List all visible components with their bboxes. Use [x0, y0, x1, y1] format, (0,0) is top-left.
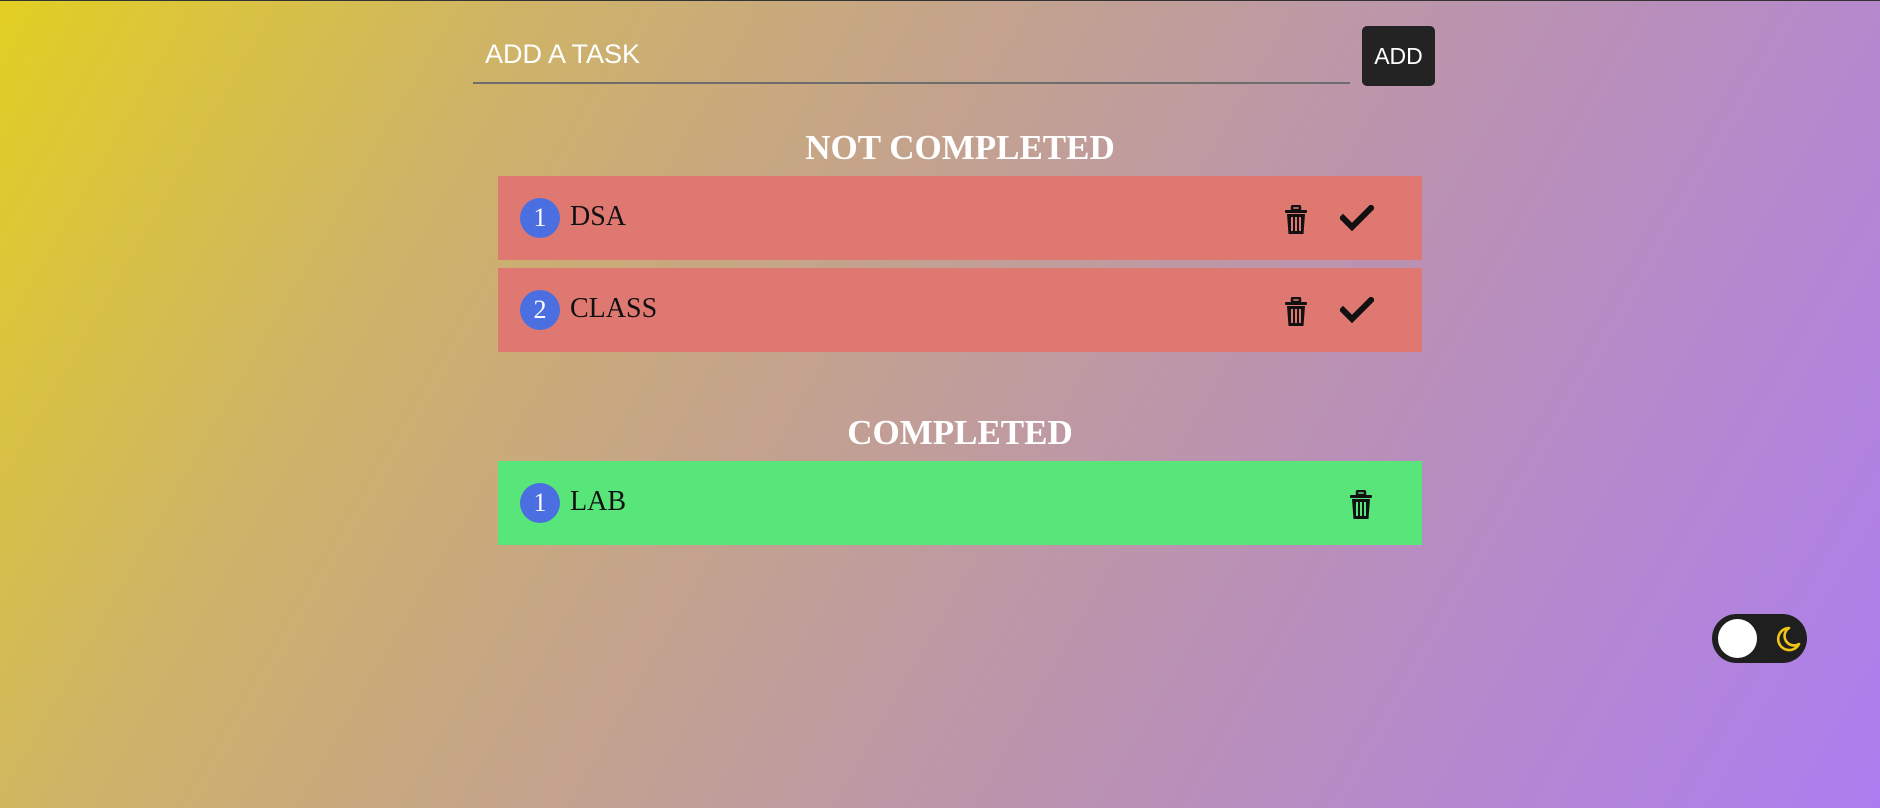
trash-icon[interactable]	[1278, 202, 1314, 238]
task-text: DSA	[570, 201, 627, 232]
task-text: LAB	[570, 486, 626, 517]
completed-heading: COMPLETED	[847, 413, 1073, 452]
trash-icon[interactable]	[1278, 294, 1314, 330]
task-input[interactable]	[473, 26, 1350, 84]
task-text: CLASS	[570, 293, 658, 324]
task-number-badge: 1	[520, 198, 560, 238]
task-row: 1 LAB	[498, 461, 1422, 545]
task-number-badge: 2	[520, 290, 560, 330]
task-number-badge: 1	[520, 483, 560, 523]
checkmark-icon[interactable]	[1339, 200, 1375, 236]
trash-icon[interactable]	[1343, 487, 1379, 523]
task-row: 2 CLASS	[498, 268, 1422, 352]
top-border	[0, 0, 1880, 1]
moon-icon	[1772, 624, 1802, 654]
not-completed-heading: NOT COMPLETED	[805, 128, 1115, 167]
add-button[interactable]: ADD	[1362, 26, 1435, 86]
theme-toggle[interactable]	[1712, 614, 1807, 663]
task-row: 1 DSA	[498, 176, 1422, 260]
toggle-knob	[1718, 619, 1757, 658]
checkmark-icon[interactable]	[1339, 292, 1375, 328]
